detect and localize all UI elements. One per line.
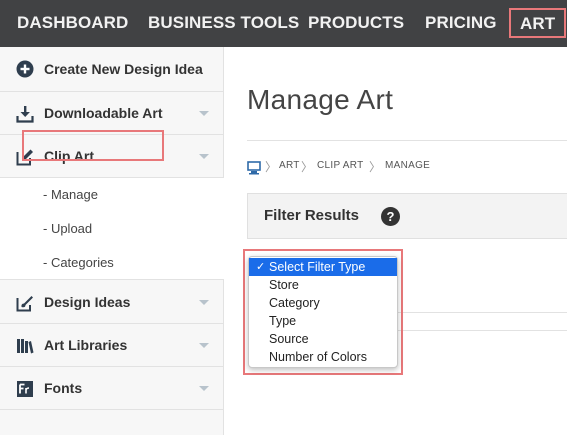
sidebar-item-art-libraries[interactable]: Art Libraries (0, 324, 224, 367)
sidebar-item-label: Fonts (44, 380, 83, 396)
dropdown-option-label: Select Filter Type (269, 260, 366, 274)
dropdown-option-store[interactable]: Store (249, 276, 397, 294)
breadcrumb-separator-icon: 〉 (265, 160, 278, 174)
fonts-icon (16, 380, 34, 398)
breadcrumb-clip-art[interactable]: CLIP ART (317, 160, 364, 171)
sidebar-item-label: Art Libraries (44, 337, 128, 353)
chevron-down-icon[interactable] (199, 386, 209, 391)
chevron-down-icon[interactable] (199, 300, 209, 305)
dropdown-option-category[interactable]: Category (249, 294, 397, 312)
home-icon[interactable] (247, 161, 261, 178)
top-nav: DASHBOARD BUSINESS TOOLS PRODUCTS PRICIN… (0, 0, 567, 47)
chevron-down-icon[interactable] (199, 154, 209, 159)
sidebar-subitem-manage[interactable]: - Manage (0, 178, 224, 212)
filter-type-dropdown[interactable]: ✓ Select Filter Type Store Category Type… (248, 256, 398, 368)
books-icon (16, 337, 34, 355)
nav-business-tools[interactable]: BUSINESS TOOLS (148, 0, 299, 47)
sidebar: Create New Design Idea Downloadable Art … (0, 47, 224, 435)
sidebar-item-design-ideas[interactable]: Design Ideas (0, 281, 224, 324)
nav-dashboard[interactable]: DASHBOARD (17, 0, 128, 47)
download-icon (16, 105, 34, 123)
chevron-down-icon[interactable] (199, 111, 209, 116)
dropdown-option-number-of-colors[interactable]: Number of Colors (249, 348, 397, 366)
sidebar-subitem-label: - Upload (43, 221, 93, 236)
nav-products[interactable]: PRODUCTS (308, 0, 404, 47)
chevron-down-icon[interactable] (199, 343, 209, 348)
sidebar-item-downloadable-art[interactable]: Downloadable Art (0, 92, 224, 135)
sidebar-item-label: Downloadable Art (44, 105, 163, 121)
plus-circle-icon (16, 60, 34, 78)
sidebar-item-label: Design Ideas (44, 294, 131, 310)
paint-brush-icon (16, 294, 34, 312)
breadcrumb-separator-icon: 〉 (301, 160, 314, 174)
sidebar-item-fonts[interactable]: Fonts (0, 367, 224, 410)
title-divider (247, 140, 567, 141)
page-title: Manage Art (247, 84, 394, 115)
filter-results-panel: Filter Results ? (247, 193, 567, 239)
nav-art[interactable]: ART (509, 8, 567, 38)
breadcrumb-art[interactable]: ART (279, 160, 300, 171)
breadcrumb-manage: MANAGE (385, 160, 431, 171)
dropdown-option-type[interactable]: Type (249, 312, 397, 330)
dropdown-option-select-filter-type[interactable]: ✓ Select Filter Type (249, 258, 397, 276)
sidebar-item-create-new-design-idea[interactable]: Create New Design Idea (0, 47, 224, 92)
sidebar-subitem-label: - Manage (43, 187, 98, 202)
dropdown-option-source[interactable]: Source (249, 330, 397, 348)
filter-results-title: Filter Results (264, 207, 360, 224)
breadcrumb-separator-icon: 〉 (369, 160, 382, 174)
manage-highlight-box (22, 130, 164, 161)
divider-line (397, 312, 567, 313)
sidebar-subitem-label: - Categories (43, 255, 114, 270)
sidebar-subitem-upload[interactable]: - Upload (0, 212, 224, 246)
nav-pricing[interactable]: PRICING (425, 0, 497, 47)
divider-line (397, 330, 567, 331)
sidebar-subitem-categories[interactable]: - Categories (0, 246, 224, 280)
help-icon[interactable]: ? (381, 207, 400, 226)
checkmark-icon: ✓ (256, 261, 266, 273)
sidebar-item-label: Create New Design Idea (44, 61, 203, 77)
